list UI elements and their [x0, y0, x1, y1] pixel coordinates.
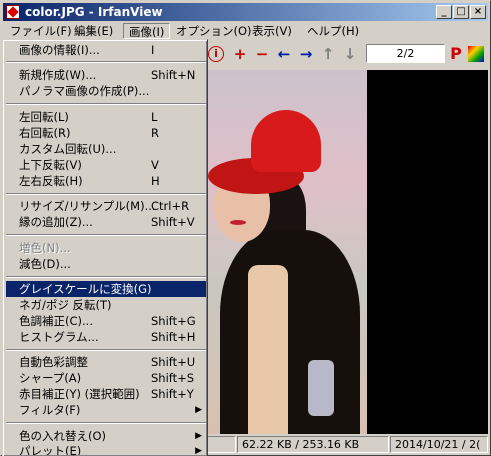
menu-item-decrease-colors[interactable]: 減色(D)...	[6, 256, 206, 272]
menu-item-sharpen[interactable]: シャープ(A) Shift+S	[6, 370, 206, 386]
menu-item-panorama[interactable]: パノラマ画像の作成(P)...	[6, 83, 206, 99]
menu-item-flip-vertical[interactable]: 上下反転(V) V	[6, 157, 206, 173]
irfanview-window: color.JPG - IrfanView _ □ × ファイル(F) 編集(E…	[0, 0, 491, 456]
zoom-out-icon[interactable]: −	[252, 44, 272, 64]
image-viewport[interactable]	[206, 70, 488, 434]
photo-purse	[308, 360, 334, 416]
menu-item-palette[interactable]: パレット(E) ▶	[6, 443, 206, 455]
menu-item-rotate-right[interactable]: 右回転(R) R	[6, 125, 206, 141]
menu-view[interactable]: 表示(V)	[247, 23, 297, 39]
submenu-arrow-icon: ▶	[195, 431, 202, 441]
up-arrow-icon[interactable]: ↑	[318, 44, 338, 64]
menu-edit[interactable]: 編集(E)	[69, 23, 118, 39]
menu-separator	[6, 193, 206, 195]
menu-separator	[6, 234, 206, 236]
submenu-arrow-icon: ▶	[195, 446, 202, 455]
menu-item-new[interactable]: 新規作成(W)... Shift+N	[6, 67, 206, 83]
photo-hat-crown	[251, 110, 321, 172]
next-arrow-icon[interactable]: →	[296, 44, 316, 64]
menu-separator	[6, 61, 206, 63]
minimize-button[interactable]: _	[436, 5, 452, 19]
previous-arrow-icon[interactable]: ←	[274, 44, 294, 64]
menu-separator	[6, 276, 206, 278]
title-bar[interactable]: color.JPG - IrfanView _ □ ×	[3, 3, 488, 21]
menu-help[interactable]: ヘルプ(H)	[302, 23, 364, 39]
menu-item-flip-horizontal[interactable]: 左右反転(H) H	[6, 173, 206, 189]
photo-woman-in-red-hat	[206, 70, 367, 434]
menu-item-swap-colors[interactable]: 色の入れ替え(O) ▶	[6, 428, 206, 444]
menu-item-red-eye[interactable]: 赤目補正(Y) (選択範囲) Shift+Y	[6, 386, 206, 402]
color-palette-icon[interactable]	[468, 46, 484, 62]
photo-lips	[230, 220, 246, 225]
maximize-button[interactable]: □	[453, 5, 469, 19]
toolbar: i + − ← → ↑ ↓ 2/2 P	[206, 41, 488, 67]
menu-image[interactable]: 画像(I)	[123, 23, 171, 39]
menu-item-negative[interactable]: ネガ/ポジ 反転(T)	[6, 297, 206, 313]
image-menu-dropdown: 画像の情報(I)... I 新規作成(W)... Shift+N パノラマ画像の…	[2, 39, 208, 456]
menu-separator	[6, 103, 206, 105]
window-title: color.JPG - IrfanView	[25, 5, 163, 19]
menu-item-add-border[interactable]: 縁の追加(Z)... Shift+V	[6, 214, 206, 230]
print-icon[interactable]: P	[446, 44, 466, 64]
menu-item-rotate-left[interactable]: 左回転(L) L	[6, 109, 206, 125]
menu-item-filters[interactable]: フィルタ(F) ▶	[6, 402, 206, 418]
menu-separator	[6, 422, 206, 424]
menu-item-custom-rotate[interactable]: カスタム回転(U)...	[6, 141, 206, 157]
menu-separator	[6, 349, 206, 351]
close-button[interactable]: ×	[470, 5, 486, 19]
status-file-size: 62.22 KB / 253.16 KB	[237, 436, 389, 453]
down-arrow-icon[interactable]: ↓	[340, 44, 360, 64]
menu-item-auto-adjust[interactable]: 自動色彩調整 Shift+U	[6, 354, 206, 370]
page-indicator: 2/2	[366, 44, 445, 63]
menu-item-histogram[interactable]: ヒストグラム... Shift+H	[6, 329, 206, 345]
photo-dress	[220, 230, 360, 434]
menu-item-increase-colors: 増色(N)...	[19, 241, 71, 255]
photo-lace	[248, 265, 288, 434]
menu-file[interactable]: ファイル(F)	[5, 23, 77, 39]
status-date: 2014/10/21 / 2(	[390, 436, 488, 453]
irfanview-app-icon[interactable]	[6, 5, 20, 19]
submenu-arrow-icon: ▶	[195, 405, 202, 415]
menu-item-color-correction[interactable]: 色調補正(C)... Shift+G	[6, 313, 206, 329]
info-icon[interactable]: i	[208, 46, 224, 62]
menu-bar: ファイル(F) 編集(E) 画像(I) オプション(O) 表示(V) ヘルプ(H…	[3, 22, 488, 40]
menu-options[interactable]: オプション(O)	[171, 23, 257, 39]
menu-item-resize[interactable]: リサイズ/リサンプル(M)... Ctrl+R	[6, 198, 206, 214]
zoom-in-icon[interactable]: +	[230, 44, 250, 64]
menu-item-image-info[interactable]: 画像の情報(I)... I	[6, 42, 206, 58]
menu-item-grayscale[interactable]: グレイスケールに変換(G)	[6, 281, 206, 297]
